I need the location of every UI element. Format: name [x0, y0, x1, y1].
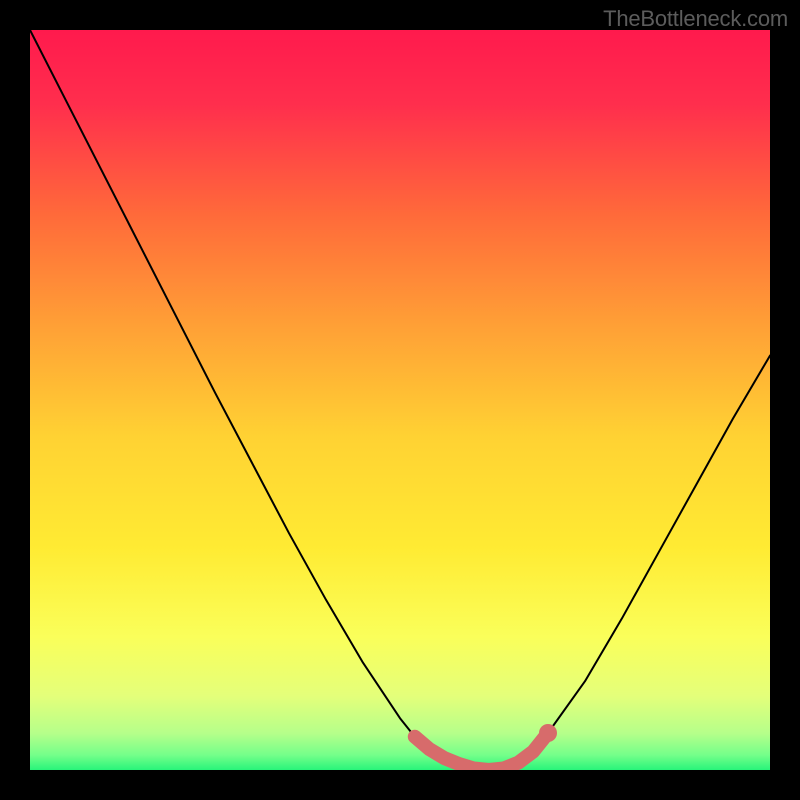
bottleneck-curve: [30, 30, 770, 770]
chart-frame: TheBottleneck.com: [0, 0, 800, 800]
band-end-marker: [539, 724, 557, 742]
curve-layer: [30, 30, 770, 770]
optimal-range-band: [415, 733, 548, 770]
plot-area: [30, 30, 770, 770]
watermark-text: TheBottleneck.com: [603, 6, 788, 32]
